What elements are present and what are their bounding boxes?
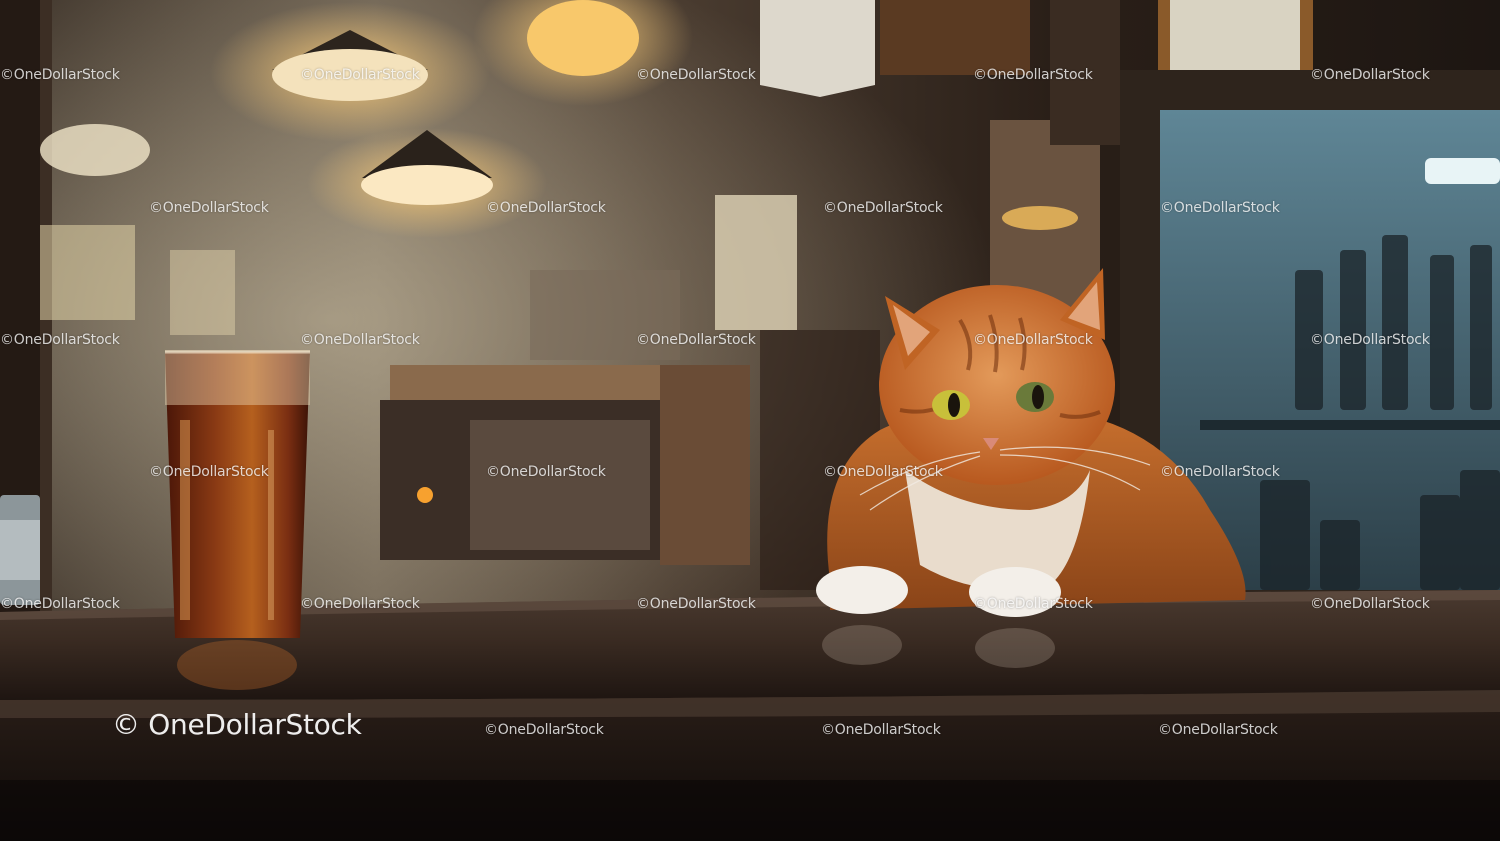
watermark-text: ©OneDollarStock <box>486 464 606 480</box>
watermark-text: ©OneDollarStock <box>1310 67 1430 83</box>
watermark-text: ©OneDollarStock <box>300 332 420 348</box>
watermark-text: ©OneDollarStock <box>1160 464 1280 480</box>
watermark-text: ©OneDollarStock <box>484 722 604 738</box>
watermark-text: ©OneDollarStock <box>0 67 120 83</box>
watermark-text: ©OneDollarStock <box>973 596 1093 612</box>
watermark-text: ©OneDollarStock <box>973 332 1093 348</box>
watermark-text: ©OneDollarStock <box>636 596 756 612</box>
watermark-text: ©OneDollarStock <box>821 722 941 738</box>
watermark-text: ©OneDollarStock <box>0 332 120 348</box>
watermark-text: ©OneDollarStock <box>486 200 606 216</box>
watermark-text: ©OneDollarStock <box>1310 596 1430 612</box>
watermark-text: ©OneDollarStock <box>636 332 756 348</box>
watermark-text: ©OneDollarStock <box>636 67 756 83</box>
watermark-text: ©OneDollarStock <box>300 596 420 612</box>
watermark-text: ©OneDollarStock <box>0 596 120 612</box>
watermark-text: ©OneDollarStock <box>1158 722 1278 738</box>
watermark-text: ©OneDollarStock <box>973 67 1093 83</box>
watermark-text: ©OneDollarStock <box>149 200 269 216</box>
watermark-text: ©OneDollarStock <box>823 200 943 216</box>
photo-scene: ©OneDollarStock ©OneDollarStock ©OneDoll… <box>0 0 1500 841</box>
watermark-text: ©OneDollarStock <box>1160 200 1280 216</box>
watermark-text: ©OneDollarStock <box>300 67 420 83</box>
watermark-text: ©OneDollarStock <box>823 464 943 480</box>
watermark-text: ©OneDollarStock <box>149 464 269 480</box>
watermark-logo-text: © OneDollarStock <box>112 708 362 741</box>
watermark-text: ©OneDollarStock <box>1310 332 1430 348</box>
